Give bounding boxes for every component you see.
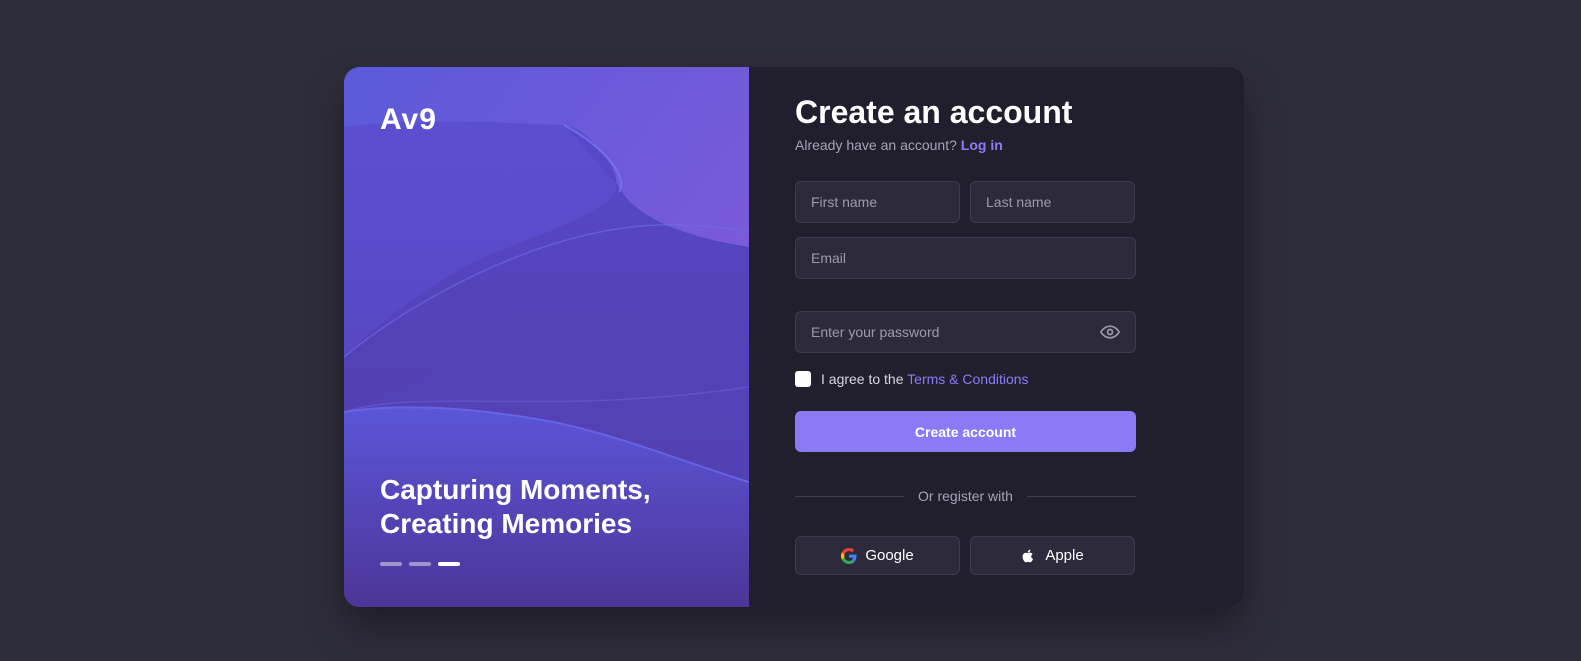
email-field[interactable]: Email <box>795 237 1136 279</box>
login-prompt: Already have an account? Log in <box>795 137 1198 153</box>
tagline-line-2: Creating Memories <box>380 508 633 539</box>
hero-panel: Av9 Capturing Moments, Creating Memories <box>344 67 749 607</box>
tagline-line-1: Capturing Moments, <box>380 474 651 505</box>
create-account-button[interactable]: Create account <box>795 411 1136 452</box>
terms-text: I agree to the Terms & Conditions <box>821 371 1029 387</box>
eye-icon[interactable] <box>1100 322 1120 342</box>
divider-line-right <box>1026 495 1137 497</box>
terms-link[interactable]: Terms & Conditions <box>907 371 1028 387</box>
terms-agreement: I agree to the Terms & Conditions <box>795 371 1198 387</box>
last-name-placeholder: Last name <box>986 194 1052 210</box>
name-row: First name Last name <box>795 181 1198 223</box>
login-link[interactable]: Log in <box>961 137 1003 153</box>
signup-form-panel: Create an account Already have an accoun… <box>749 67 1244 607</box>
email-placeholder: Email <box>811 250 847 266</box>
first-name-field[interactable]: First name <box>795 181 960 223</box>
slide-indicator <box>380 562 460 566</box>
social-divider: Or register with <box>795 488 1137 504</box>
apple-button[interactable]: Apple <box>970 536 1135 575</box>
slide-dot-1[interactable] <box>380 562 402 566</box>
password-field[interactable]: Enter your password <box>795 311 1136 353</box>
first-name-placeholder: First name <box>811 194 878 210</box>
hero-tagline: Capturing Moments, Creating Memories <box>380 473 720 541</box>
divider-text: Or register with <box>918 488 1013 504</box>
apple-icon <box>1021 548 1037 564</box>
slide-dot-3-active[interactable] <box>438 562 460 566</box>
divider-line-left <box>795 495 905 497</box>
google-label: Google <box>865 547 914 564</box>
google-button[interactable]: Google <box>795 536 960 575</box>
last-name-field[interactable]: Last name <box>970 181 1135 223</box>
terms-checkbox[interactable] <box>795 371 811 387</box>
password-placeholder: Enter your password <box>811 324 940 340</box>
brand-logo: Av9 <box>380 103 437 136</box>
page-title: Create an account <box>795 94 1073 130</box>
social-buttons: Google Apple <box>795 536 1198 575</box>
google-icon <box>841 547 857 564</box>
login-prompt-text: Already have an account? <box>795 137 957 153</box>
signup-card: Av9 Capturing Moments, Creating Memories… <box>344 67 1244 607</box>
agree-label: I agree to the <box>821 371 904 387</box>
slide-dot-2[interactable] <box>409 562 431 566</box>
apple-label: Apple <box>1045 547 1084 564</box>
